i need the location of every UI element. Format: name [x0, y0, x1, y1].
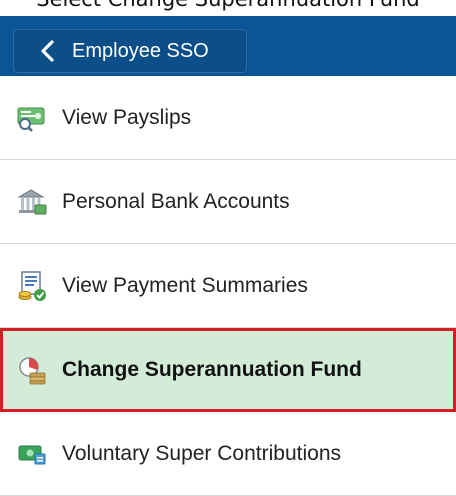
menu-item-label: View Payment Summaries [62, 273, 308, 297]
back-button[interactable]: Employee SSO [13, 29, 247, 73]
chevron-left-icon [41, 40, 54, 62]
superannuation-icon [16, 354, 48, 386]
menu-list: View Payslips Personal Bank Accounts Vie… [0, 76, 456, 496]
menu-item-label: Personal Bank Accounts [62, 189, 290, 213]
menu-item-view-payslips[interactable]: View Payslips [0, 76, 456, 160]
menu-item-label: Voluntary Super Contributions [62, 441, 341, 465]
menu-item-voluntary-super-contributions[interactable]: Voluntary Super Contributions [0, 412, 456, 496]
menu-item-personal-bank-accounts[interactable]: Personal Bank Accounts [0, 160, 456, 244]
menu-item-view-payment-summaries[interactable]: View Payment Summaries [0, 244, 456, 328]
header-bar: Employee SSO [0, 16, 456, 76]
payslip-icon [16, 102, 48, 134]
payment-summary-icon [16, 270, 48, 302]
back-button-label: Employee SSO [72, 39, 209, 62]
menu-item-label: Change Superannuation Fund [62, 358, 362, 381]
menu-item-change-superannuation-fund[interactable]: Change Superannuation Fund [0, 328, 456, 412]
contributions-icon [16, 438, 48, 470]
bank-icon [16, 186, 48, 218]
menu-item-label: View Payslips [62, 105, 192, 129]
instruction-caption: Select Change Superannuation Fund [0, 0, 456, 11]
